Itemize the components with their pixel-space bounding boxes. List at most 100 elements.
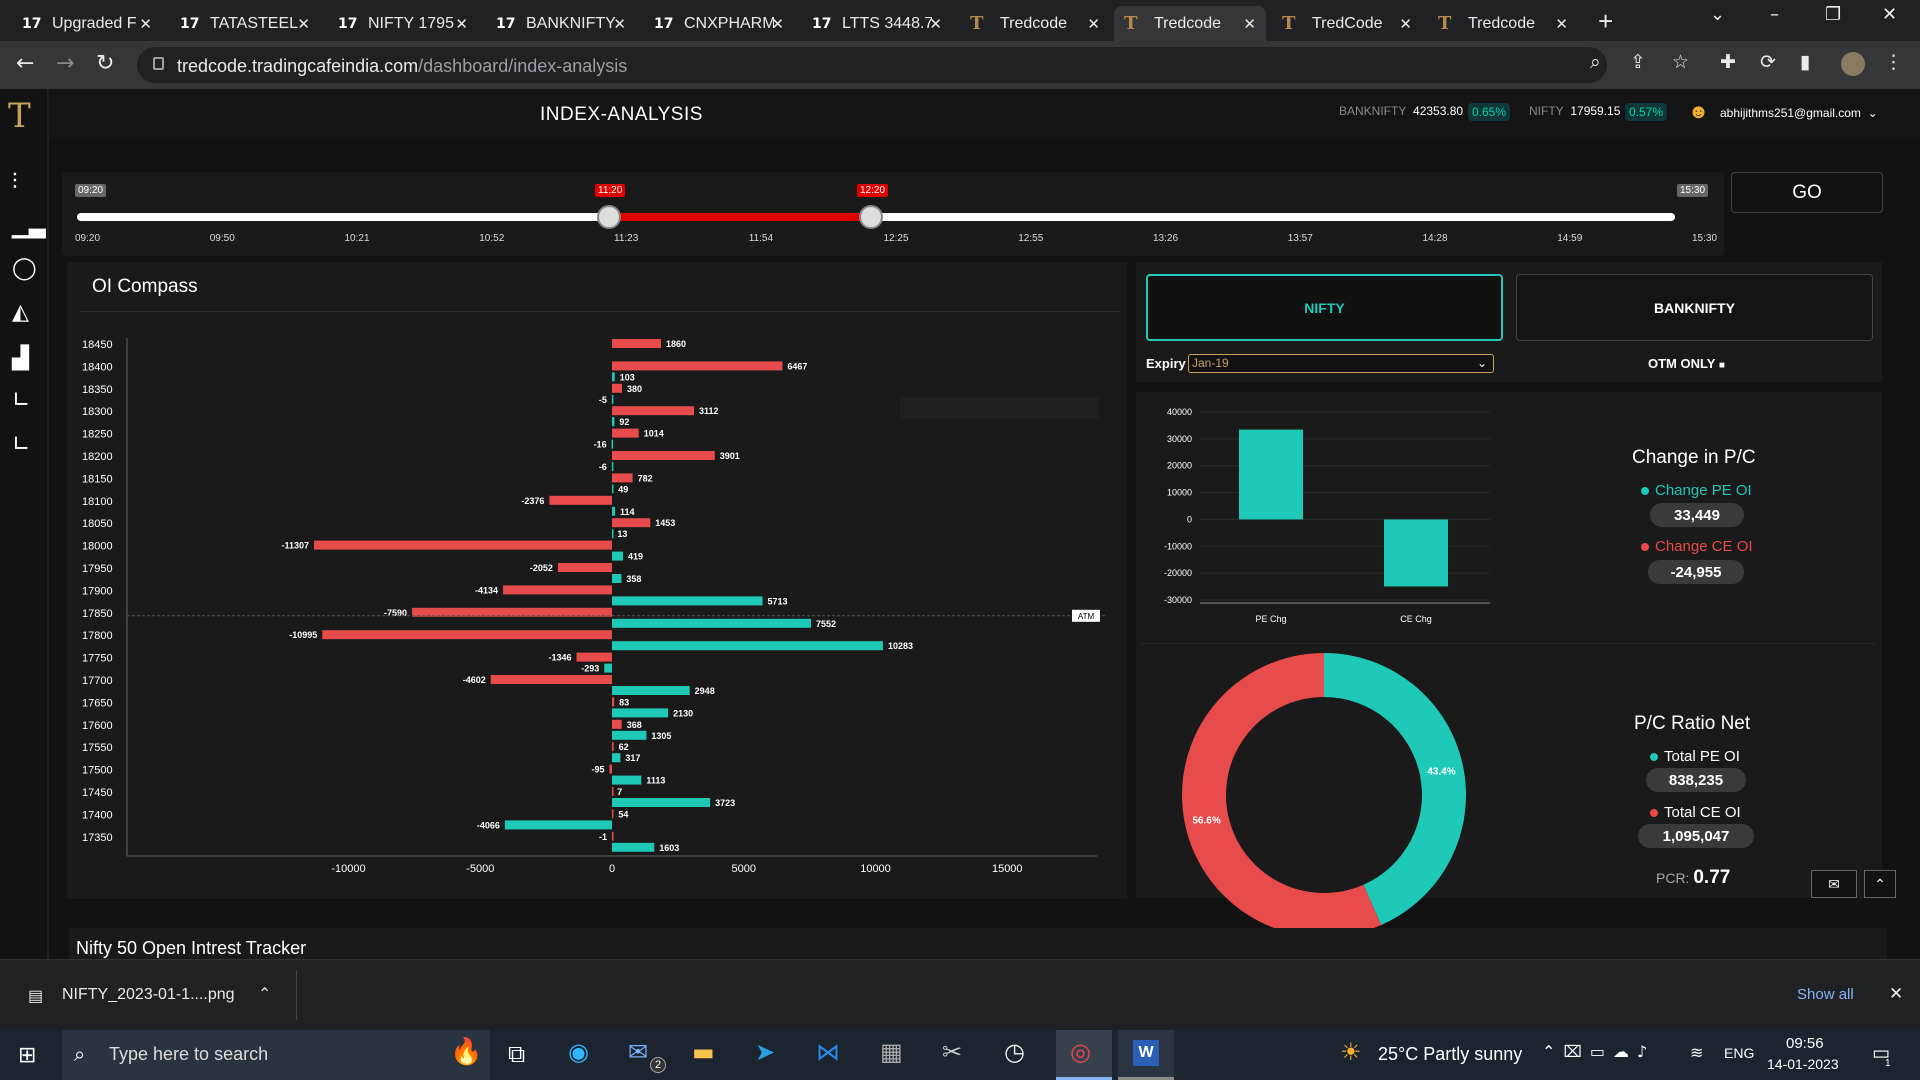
ring-icon[interactable]: ◯ [12, 256, 37, 281]
browser-tab[interactable]: T TredCode ✕ [1272, 6, 1422, 41]
tab-close-icon[interactable]: ✕ [929, 15, 942, 33]
browser-tab[interactable]: T Tredcode ✕ [1428, 6, 1578, 41]
otm-only-toggle[interactable]: OTM ONLY ■ [1648, 356, 1725, 371]
word-task[interactable]: W [1118, 1030, 1174, 1080]
omnibox[interactable]: tredcode.tradingcafeindia.com/dashboard/… [137, 47, 1607, 83]
to-handle[interactable] [859, 205, 883, 229]
go-button[interactable]: GO [1731, 172, 1883, 213]
windows-start-icon[interactable]: ⊞ [18, 1043, 36, 1068]
file-explorer-icon[interactable]: ▬ [692, 1038, 715, 1066]
windows-taskbar: ⊞ ⌕ Type here to search 🔥 ⧉ ◉ ✉ 2 ▬ ➤ ⋈ … [0, 1030, 1920, 1080]
strike-label: 18450 [82, 339, 113, 351]
star-icon[interactable]: ☆ [1672, 51, 1689, 73]
strike-label: 17800 [82, 630, 113, 642]
call-oi-bar [549, 495, 612, 505]
scroll-top-icon[interactable]: ⌃ [1864, 870, 1896, 898]
browser-tab[interactable]: 17 LTTS 3448.7 ✕ [802, 6, 952, 41]
menu-icon[interactable]: ⋮ [1884, 51, 1903, 73]
browser-tab[interactable]: 17 TATASTEEL ✕ [170, 6, 320, 41]
banknifty-button[interactable]: BANKNIFTY [1516, 274, 1873, 341]
chevron-up-icon[interactable]: ⌃ [258, 984, 271, 1004]
extension-icon[interactable]: ⟳ [1760, 51, 1776, 73]
extensions-icon[interactable]: ✚ [1720, 51, 1736, 73]
back-icon[interactable]: ← [16, 51, 34, 76]
calculator-icon[interactable]: ▦ [880, 1038, 903, 1066]
growth-chart-icon[interactable]: ▟ [12, 346, 29, 371]
browser-tab-strip: 17 Upgraded F ✕ 17 TATASTEEL ✕ 17 NIFTY 1795 ✕ 17… [0, 0, 1920, 41]
close-downloads-icon[interactable]: ✕ [1889, 984, 1903, 1004]
user-menu[interactable]: abhijithms251@gmail.com ⌄ [1720, 106, 1878, 120]
task-view-icon[interactable]: ⧉ [508, 1040, 525, 1068]
tab-close-icon[interactable]: ✕ [1087, 15, 1100, 33]
mail-icon[interactable]: ✉ [1811, 870, 1857, 898]
banknifty-ticker: BANKNIFTY 42353.80 [1339, 104, 1464, 118]
pc-change-bar [1239, 429, 1303, 520]
put-oi-bar-label: 1603 [659, 843, 679, 853]
tab-close-icon[interactable]: ✕ [613, 15, 626, 33]
taskbar-search[interactable]: ⌕ Type here to search 🔥 [62, 1030, 490, 1080]
put-oi-bar-label: 358 [626, 574, 641, 584]
browser-tab[interactable]: T Tredcode ✕ [1114, 6, 1266, 41]
tab-close-icon[interactable]: ✕ [455, 15, 468, 33]
browser-tab[interactable]: 17 BANKNIFTY ✕ [486, 6, 636, 41]
x-tick-label: 15000 [992, 863, 1023, 875]
tab-search-icon[interactable]: ⌄ [1710, 4, 1725, 25]
corner-icon[interactable]: ∟ [12, 388, 30, 413]
new-tab-icon[interactable]: + [1598, 6, 1613, 37]
candles-icon[interactable]: ⫶ [12, 170, 18, 195]
tredcode-logo[interactable]: T [8, 96, 31, 136]
language-indicator[interactable]: ENG [1724, 1045, 1754, 1061]
tab-close-icon[interactable]: ✕ [1399, 15, 1412, 33]
forward-icon[interactable]: → [56, 51, 74, 76]
y-tick-label: 20000 [1167, 461, 1192, 471]
nifty-button[interactable]: NIFTY [1146, 274, 1503, 341]
weather-text[interactable]: 25°C Partly sunny [1378, 1044, 1522, 1065]
tab-close-icon[interactable]: ✕ [139, 15, 152, 33]
edge-icon[interactable]: ◉ [568, 1038, 589, 1066]
expiry-select[interactable]: Jan-19 ⌄ [1188, 354, 1494, 373]
strike-label: 18350 [82, 384, 113, 396]
y-tick-label: 10000 [1167, 488, 1192, 498]
sidebar-icon[interactable]: ▮ [1800, 51, 1810, 73]
snip-icon[interactable]: ✂ [942, 1038, 962, 1066]
clock-time[interactable]: 09:56 [1786, 1035, 1824, 1052]
corner-icon-2[interactable]: ∟ [12, 432, 30, 457]
mail-app-icon[interactable]: ✉ [628, 1038, 648, 1066]
tab-close-icon[interactable]: ✕ [1555, 15, 1568, 33]
browser-tab[interactable]: 17 CNXPHARM ✕ [644, 6, 794, 41]
zoom-icon[interactable]: ⌕ [1590, 51, 1601, 73]
wifi-icon[interactable]: ≋ [1690, 1043, 1703, 1063]
browser-tab[interactable]: 17 NIFTY 1795 ✕ [328, 6, 478, 41]
tab-close-icon[interactable]: ✕ [297, 15, 310, 33]
system-tray-icons[interactable]: ⌃⌧▭☁♪ [1542, 1042, 1655, 1061]
browser-tab[interactable]: T Tredcode ✕ [960, 6, 1110, 41]
strike-label: 18000 [82, 541, 113, 553]
put-oi-bar-label: 419 [628, 552, 643, 562]
show-all-link[interactable]: Show all [1797, 986, 1854, 1003]
maximize-icon[interactable]: ❐ [1825, 4, 1841, 25]
close-window-icon[interactable]: ✕ [1882, 4, 1897, 25]
telegram-icon[interactable]: ➤ [755, 1038, 775, 1066]
profile-avatar[interactable] [1841, 52, 1865, 76]
clock-date[interactable]: 14-01-2023 [1767, 1056, 1839, 1072]
download-file[interactable]: NIFTY_2023-01-1....png [62, 986, 235, 1004]
reload-icon[interactable]: ↻ [96, 51, 114, 76]
chrome-task[interactable]: ◎ [1056, 1030, 1112, 1080]
tab-close-icon[interactable]: ✕ [771, 15, 784, 33]
area-chart-icon[interactable]: ◭ [12, 300, 29, 325]
call-oi-bar [612, 361, 783, 371]
strike-label: 17350 [82, 832, 113, 844]
search-icon: ⌕ [74, 1042, 86, 1066]
bars-icon[interactable]: ▁▃ [12, 214, 46, 239]
call-oi-bar [612, 697, 615, 707]
minimize-icon[interactable]: – [1770, 4, 1779, 25]
clock-icon[interactable]: ◷ [1004, 1038, 1025, 1066]
from-handle[interactable] [597, 205, 621, 229]
put-oi-bar-label: 3723 [715, 798, 735, 808]
browser-tab[interactable]: 17 Upgraded F ✕ [12, 6, 162, 41]
share-icon[interactable]: ⇪ [1630, 51, 1646, 73]
call-oi-bar [612, 383, 623, 393]
vscode-icon[interactable]: ⋈ [816, 1038, 840, 1066]
tab-close-icon[interactable]: ✕ [1243, 15, 1256, 33]
put-oi-bar [612, 618, 811, 628]
